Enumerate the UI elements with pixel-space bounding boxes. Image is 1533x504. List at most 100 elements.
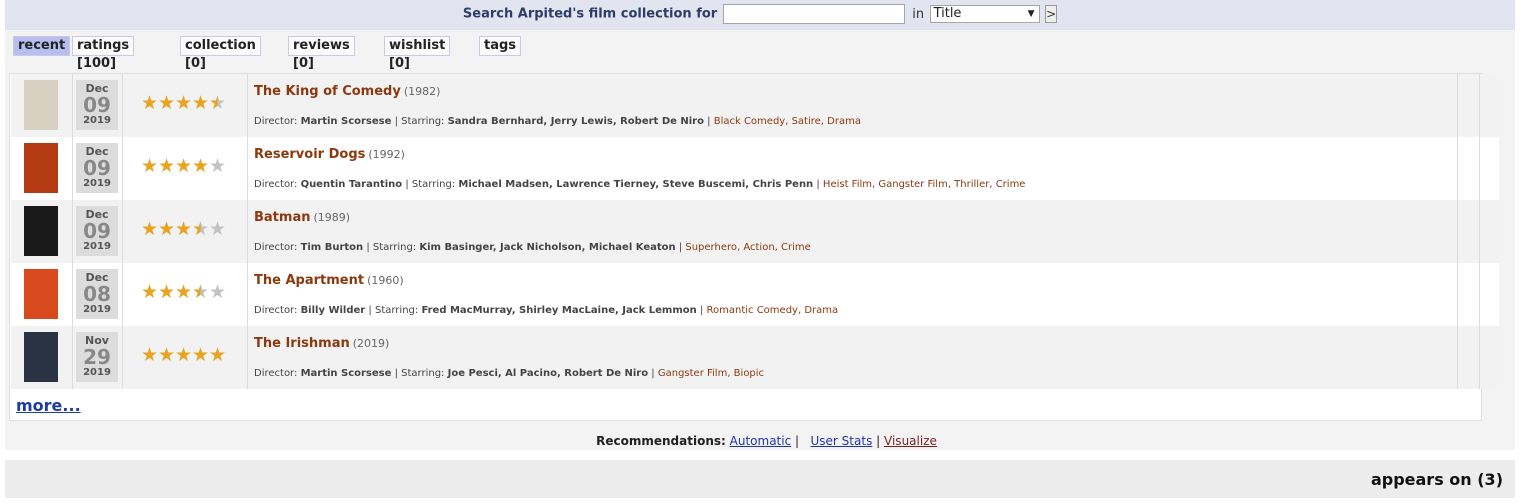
film-year: (1960) (367, 274, 404, 287)
starring-label: Starring: (374, 305, 419, 316)
starring-names[interactable]: Kim Basinger, Jack Nicholson, Michael Ke… (419, 242, 675, 253)
star-icon[interactable]: ★ (192, 93, 209, 113)
film-poster[interactable] (24, 269, 58, 319)
director-name[interactable]: Tim Burton (301, 242, 364, 253)
star-icon[interactable]: ★ (141, 219, 158, 239)
more-link[interactable]: more... (16, 396, 81, 415)
rating-date: Dec 08 2019 (76, 269, 118, 319)
star-rating[interactable]: ★★★★★ (141, 345, 226, 365)
divider (1479, 326, 1480, 389)
automatic-link[interactable]: Automatic (730, 434, 792, 448)
film-title-link[interactable]: The Irishman (254, 336, 350, 351)
search-label: Search Arpited's film collection for (462, 6, 718, 22)
star-icon[interactable]: ★ (209, 93, 226, 113)
film-row: Dec 08 2019 ★★★★★ The Apartment (1960) Directo… (11, 263, 1499, 326)
star-icon[interactable]: ★ (141, 345, 158, 365)
film-title-link[interactable]: Batman (254, 210, 310, 225)
star-icon[interactable]: ★ (175, 345, 192, 365)
starring-names[interactable]: Fred MacMurray, Shirley MacLaine, Jack L… (421, 305, 696, 316)
star-icon[interactable]: ★ (175, 156, 192, 176)
star-rating[interactable]: ★★★★★ (141, 219, 226, 239)
appears-on-bar: appears on (3) (5, 460, 1515, 498)
divider (247, 326, 248, 389)
divider (122, 74, 123, 137)
search-input[interactable] (722, 4, 905, 24)
rating-date: Dec 09 2019 (76, 80, 118, 130)
director-name[interactable]: Billy Wilder (301, 305, 366, 316)
star-icon[interactable]: ★ (175, 93, 192, 113)
star-icon[interactable]: ★ (192, 345, 209, 365)
film-poster[interactable] (24, 332, 58, 382)
star-icon[interactable]: ★ (141, 156, 158, 176)
director-label: Director: (254, 368, 298, 379)
star-icon[interactable]: ★ (158, 219, 175, 239)
star-icon[interactable]: ★ (209, 156, 226, 176)
star-icon[interactable]: ★ (192, 282, 209, 302)
film-poster[interactable] (24, 206, 58, 256)
star-icon[interactable]: ★ (209, 282, 226, 302)
tab-tags[interactable]: tags (479, 36, 522, 56)
director-name[interactable]: Quentin Tarantino (301, 179, 403, 190)
star-icon[interactable]: ★ (158, 156, 175, 176)
star-rating[interactable]: ★★★★★ (141, 93, 226, 113)
recent-films-list: Dec 09 2019 ★★★★★ The King of Comedy (1982) Di… (9, 73, 1499, 421)
starring-label: Starring: (411, 179, 456, 190)
film-title-link[interactable]: Reservoir Dogs (254, 147, 365, 162)
star-icon[interactable]: ★ (141, 282, 158, 302)
starring-names[interactable]: Sandra Bernhard, Jerry Lewis, Robert De … (448, 116, 704, 127)
date-year: 2019 (83, 178, 111, 189)
date-year: 2019 (83, 241, 111, 252)
starring-names[interactable]: Joe Pesci, Al Pacino, Robert De Niro (448, 368, 649, 379)
star-icon[interactable]: ★ (192, 219, 209, 239)
search-field-select[interactable]: Title ▼ (929, 5, 1040, 23)
star-icon[interactable]: ★ (175, 282, 192, 302)
star-icon[interactable]: ★ (158, 93, 175, 113)
star-icon[interactable]: ★ (192, 156, 209, 176)
divider (72, 137, 73, 200)
star-icon[interactable]: ★ (158, 345, 175, 365)
star-icon[interactable]: ★ (209, 345, 226, 365)
genre-links[interactable]: Superhero, Action, Crime (685, 242, 810, 253)
genre-links[interactable]: Gangster Film, Biopic (658, 368, 764, 379)
search-go-button[interactable]: > (1045, 5, 1058, 23)
tab-ratings[interactable]: ratings [100] (72, 36, 135, 71)
search-in-label: in (912, 6, 925, 22)
film-year: (1989) (313, 211, 351, 224)
separator: | (876, 434, 881, 448)
genre-links[interactable]: Heist Film, Gangster Film, Thriller, Cri… (823, 179, 1026, 190)
film-row: Dec 09 2019 ★★★★★ Batman (1989) Director: Tim … (11, 200, 1499, 263)
divider (1457, 137, 1458, 200)
starring-names[interactable]: Michael Madsen, Lawrence Tierney, Steve … (458, 179, 813, 190)
film-poster[interactable] (24, 143, 58, 193)
divider (1479, 263, 1480, 326)
appears-on-heading[interactable]: appears on (3) (1371, 470, 1503, 489)
user-stats-link[interactable]: User Stats (811, 434, 873, 448)
film-title-link[interactable]: The Apartment (254, 273, 364, 288)
director-name[interactable]: Martin Scorsese (301, 116, 392, 127)
star-icon[interactable]: ★ (209, 219, 226, 239)
tab-reviews[interactable]: reviews [0] (288, 36, 355, 71)
film-credits: Director: Martin Scorsese | Starring: Sa… (254, 116, 861, 127)
film-poster[interactable] (24, 80, 58, 130)
film-year: (1992) (368, 148, 405, 161)
tab-wishlist[interactable]: wishlist [0] (384, 36, 451, 71)
tab-collection[interactable]: collection [0] (180, 36, 261, 71)
tab-recent[interactable]: recent (13, 36, 71, 56)
star-icon[interactable]: ★ (158, 282, 175, 302)
rating-date: Dec 09 2019 (76, 206, 118, 256)
date-day: 09 (83, 156, 111, 180)
divider (122, 200, 123, 263)
star-rating[interactable]: ★★★★★ (141, 156, 226, 176)
starring-label: Starring: (401, 368, 445, 379)
star-icon[interactable]: ★ (175, 219, 192, 239)
star-rating[interactable]: ★★★★★ (141, 282, 226, 302)
film-title-link[interactable]: The King of Comedy (254, 84, 401, 99)
genre-links[interactable]: Romantic Comedy, Drama (707, 305, 839, 316)
director-name[interactable]: Martin Scorsese (301, 368, 392, 379)
date-day: 09 (83, 93, 111, 117)
date-day: 08 (83, 282, 111, 306)
starring-label: Starring: (401, 116, 445, 127)
genre-links[interactable]: Black Comedy, Satire, Drama (714, 116, 861, 127)
star-icon[interactable]: ★ (141, 93, 158, 113)
visualize-link[interactable]: Visualize (884, 434, 937, 448)
